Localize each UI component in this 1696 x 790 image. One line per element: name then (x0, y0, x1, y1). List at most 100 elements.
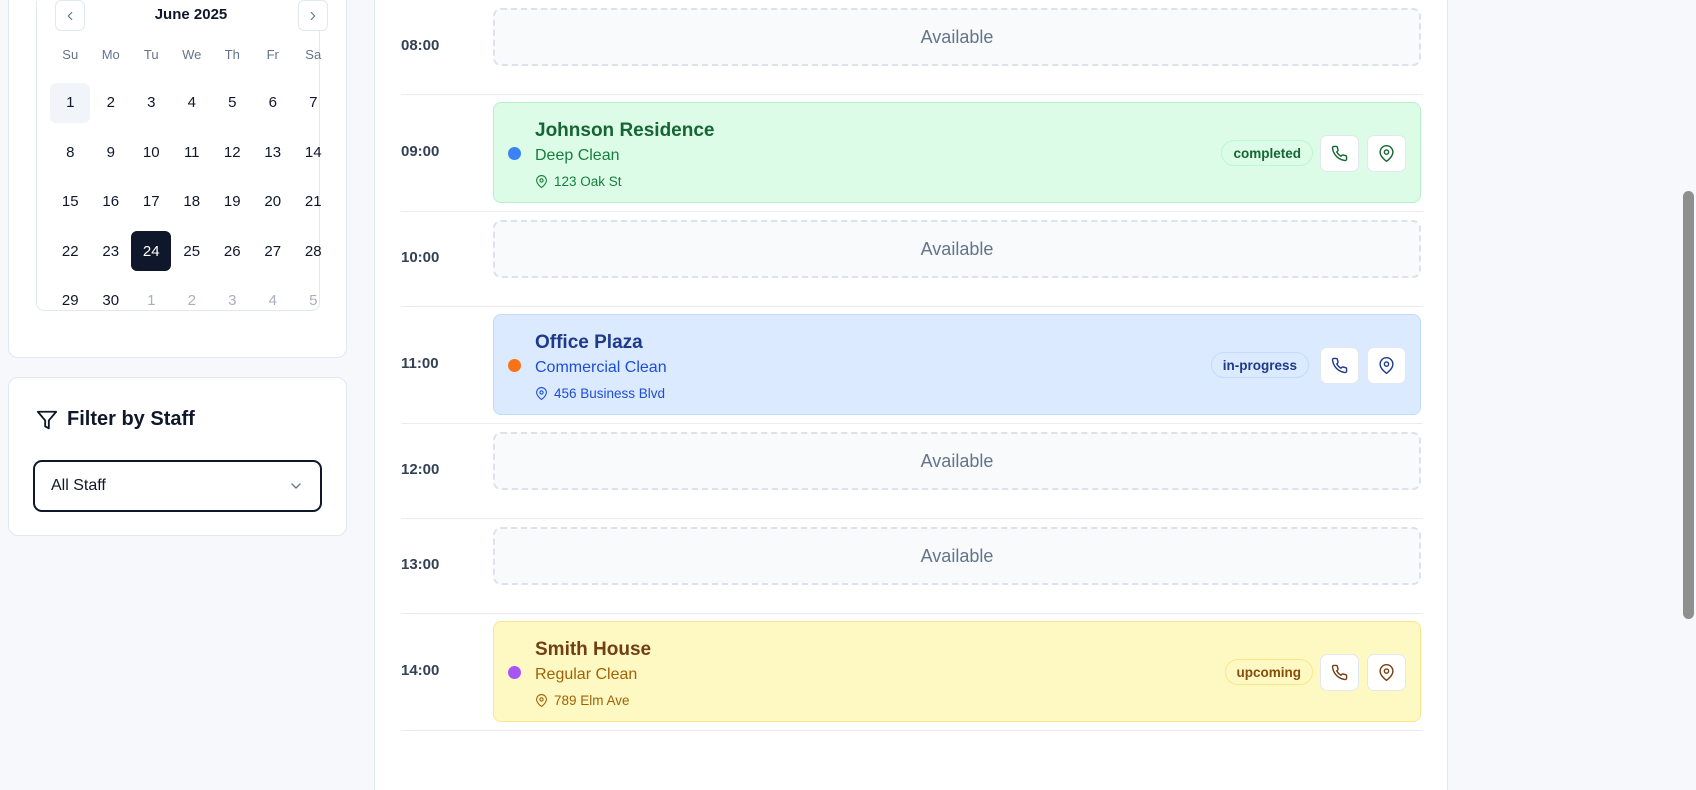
client-name: Office Plaza (535, 332, 643, 353)
calendar-day[interactable]: 6 (253, 78, 294, 128)
time-slot: 08:00 Available (401, 0, 1423, 95)
schedule-panel: 08:00 Available 09:00 Johnson Residence Deep… (374, 0, 1448, 790)
map-pin-icon (1379, 664, 1394, 681)
calendar-day[interactable]: 13 (253, 128, 294, 178)
calendar-day[interactable]: 3 (212, 276, 253, 326)
weekday-label: Mo (101, 47, 120, 62)
prev-month-button[interactable] (55, 0, 85, 31)
calendar-day[interactable]: 1 (50, 78, 91, 128)
available-slot[interactable]: Available (493, 432, 1421, 490)
calendar-day[interactable]: 22 (50, 227, 91, 277)
staff-select-value: All Staff (51, 477, 106, 494)
available-label: Available (920, 450, 994, 471)
calendar-day-label: 26 (223, 242, 241, 260)
calendar-day[interactable]: 17 (131, 177, 172, 227)
map-button[interactable] (1367, 654, 1406, 691)
time-slot: 09:00 Johnson Residence Deep Clean 123 Oak … (401, 95, 1423, 212)
map-button[interactable] (1367, 135, 1406, 172)
calendar-day[interactable]: 25 (172, 227, 213, 277)
calendar-day-label: 4 (187, 94, 196, 112)
calendar-day[interactable]: 16 (91, 177, 132, 227)
map-pin-icon (1379, 357, 1394, 374)
status-badge: in-progress (1210, 352, 1309, 378)
calendar-day[interactable]: 8 (50, 128, 91, 178)
time-slot: 13:00 Available (401, 519, 1423, 614)
calendar-grid: 1 2 3 4 5 6 7 8 9 10 11 12 13 14 15 16 17 18 19 20 21 22 23 24 2… (50, 78, 334, 326)
calendar-day[interactable]: 28 (293, 227, 334, 277)
calendar-day[interactable]: 10 (131, 128, 172, 178)
staff-select[interactable]: All Staff (33, 460, 322, 512)
calendar-day[interactable]: 19 (212, 177, 253, 227)
month-title: June 2025 (154, 6, 228, 23)
calendar-day-label: 21 (304, 193, 322, 211)
appointment-card[interactable]: Office Plaza Commercial Clean 456 Business… (493, 314, 1421, 415)
calendar-day[interactable]: 20 (253, 177, 294, 227)
calendar-day[interactable]: 1 (131, 276, 172, 326)
page-scrollbar[interactable] (1681, 0, 1696, 790)
time-slot: 14:00 Smith House Regular Clean 789 Elm Ave… (401, 614, 1423, 731)
calendar-day[interactable]: 5 (212, 78, 253, 128)
map-button[interactable] (1367, 347, 1406, 384)
calendar-day[interactable]: 2 (91, 78, 132, 128)
appointment-card[interactable]: Smith House Regular Clean 789 Elm Ave upcom… (493, 621, 1421, 722)
weekday-label: Sa (305, 47, 322, 62)
slot-time: 11:00 (401, 355, 439, 372)
appointment-card[interactable]: Johnson Residence Deep Clean 123 Oak St com… (493, 102, 1421, 203)
calendar-day-label: 8 (66, 143, 75, 161)
calendar-day-label: 11 (183, 143, 200, 161)
calendar-day[interactable]: 18 (172, 177, 213, 227)
filter-icon (36, 410, 58, 429)
slot-time: 13:00 (401, 556, 440, 573)
calendar-day-label: 10 (142, 143, 160, 161)
call-button[interactable] (1320, 654, 1359, 691)
calendar-day-label: 3 (228, 292, 237, 310)
calendar-day[interactable]: 30 (91, 276, 132, 326)
calendar-day[interactable]: 21 (293, 177, 334, 227)
chevron-left-icon (67, 11, 73, 20)
calendar-day[interactable]: 24 (131, 227, 172, 277)
calendar-day[interactable]: 29 (50, 276, 91, 326)
call-button[interactable] (1320, 347, 1359, 384)
call-button[interactable] (1320, 135, 1359, 172)
calendar-day-label: 13 (264, 143, 282, 161)
calendar-day-label: 29 (61, 292, 79, 310)
filter-header: Filter by Staff (36, 408, 195, 431)
calendar-day[interactable]: 5 (293, 276, 334, 326)
calendar-day-label: 1 (50, 82, 91, 123)
next-month-button[interactable] (298, 0, 328, 31)
available-label: Available (920, 26, 994, 47)
calendar-day[interactable]: 14 (293, 128, 334, 178)
calendar-day-label: 27 (264, 242, 282, 260)
map-pin-icon (536, 175, 547, 188)
address-text: 789 Elm Ave (554, 693, 630, 708)
time-slot: 12:00 Available (401, 424, 1423, 519)
calendar-day[interactable]: 11 (172, 128, 213, 178)
calendar-day[interactable]: 2 (172, 276, 213, 326)
calendar-day-label: 30 (102, 292, 120, 310)
available-slot[interactable]: Available (493, 220, 1421, 278)
calendar-day[interactable]: 4 (253, 276, 294, 326)
calendar-day-label: 5 (309, 292, 318, 310)
calendar-day[interactable]: 3 (131, 78, 172, 128)
calendar-day[interactable]: 12 (212, 128, 253, 178)
scrollbar-thumb[interactable] (1683, 191, 1694, 619)
calendar-day[interactable]: 9 (91, 128, 132, 178)
calendar-day-label: 23 (102, 242, 120, 260)
calendar-day[interactable]: 26 (212, 227, 253, 277)
calendar-day[interactable]: 7 (293, 78, 334, 128)
calendar-day[interactable]: 23 (91, 227, 132, 277)
calendar-day-label: 4 (268, 292, 277, 310)
calendar-day-label: 14 (304, 143, 322, 161)
calendar-day[interactable]: 15 (50, 177, 91, 227)
weekday-label: Th (224, 47, 240, 62)
client-name: Johnson Residence (535, 120, 715, 141)
calendar-day[interactable]: 4 (172, 78, 213, 128)
calendar-day[interactable]: 27 (253, 227, 294, 277)
available-slot[interactable]: Available (493, 8, 1421, 66)
calendar-day-label: 28 (304, 242, 322, 260)
calendar-day-label: 2 (187, 292, 196, 310)
calendar-day-label: 19 (223, 193, 241, 211)
available-slot[interactable]: Available (493, 527, 1421, 585)
calendar-day-label: 1 (147, 292, 156, 310)
address-text: 456 Business Blvd (554, 386, 666, 401)
